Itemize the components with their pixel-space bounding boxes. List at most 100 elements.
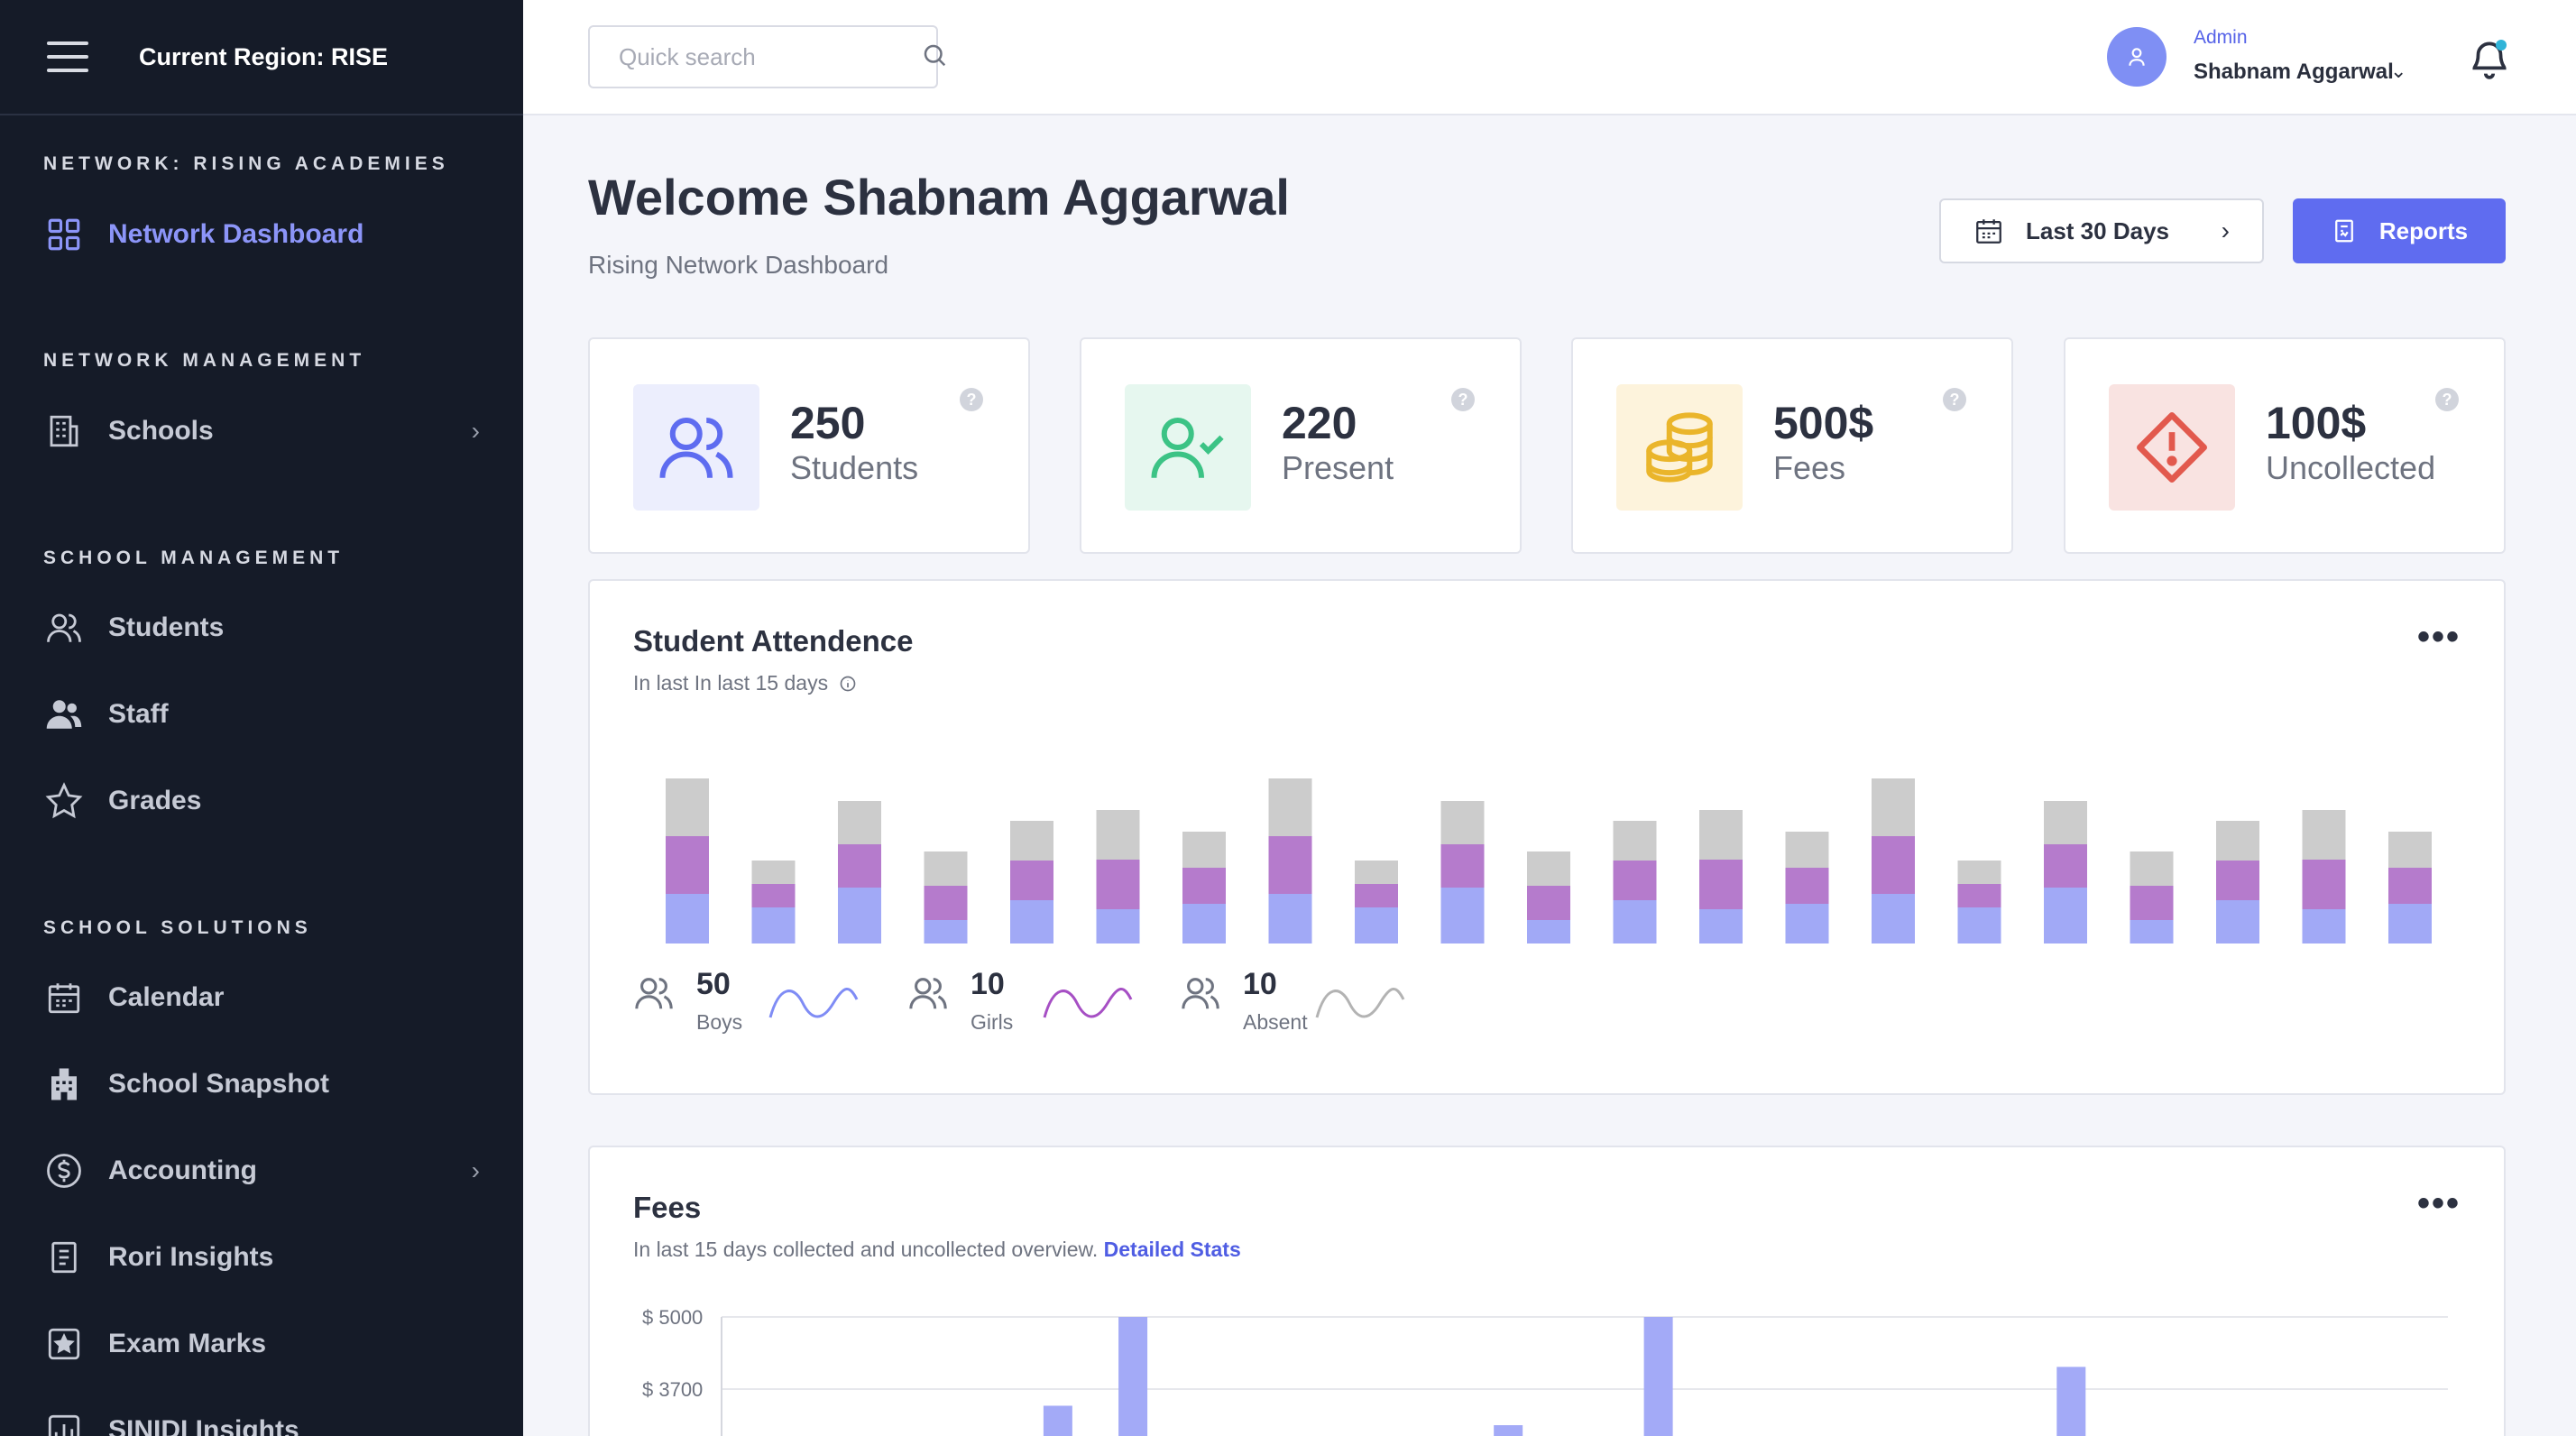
bar-absent xyxy=(2130,851,2174,886)
bar-boys xyxy=(838,888,881,944)
bar-absent xyxy=(1355,861,1398,884)
more-options-icon[interactable]: ••• xyxy=(2417,617,2461,658)
bar-absent xyxy=(1872,778,1915,836)
page-subtitle: Rising Network Dashboard xyxy=(588,251,889,279)
sidebar-item-school-snapshot[interactable]: School Snapshot xyxy=(43,1057,480,1111)
bar-absent xyxy=(666,778,709,836)
search-input[interactable] xyxy=(619,42,921,71)
avatar[interactable] xyxy=(2107,27,2167,87)
sidebar-header: Current Region: RISE xyxy=(0,0,523,115)
bar-boys xyxy=(2388,904,2432,944)
legend-label: Boys xyxy=(696,1010,743,1034)
fees-panel: Fees In last 15 days collected and uncol… xyxy=(588,1146,2506,1436)
star-badge-icon xyxy=(43,1323,85,1365)
stat-card-present[interactable]: 220 Present ? xyxy=(1080,337,1522,554)
sidebar-item-label: Calendar xyxy=(108,982,225,1012)
search-box[interactable] xyxy=(588,25,946,88)
stat-label: Present xyxy=(1282,449,1394,486)
sidebar-item-exam-marks[interactable]: Exam Marks xyxy=(43,1317,480,1371)
bar-absent xyxy=(1182,832,1226,868)
user-role: Admin xyxy=(2194,27,2248,48)
reports-button[interactable]: Reports xyxy=(2293,198,2506,263)
stat-card-students[interactable]: 250 Students ? xyxy=(588,337,1030,554)
stat-icon-box xyxy=(1616,384,1743,511)
sidebar-item-label: School Snapshot xyxy=(108,1069,330,1099)
sidebar-item-students[interactable]: Students xyxy=(43,601,480,655)
chart-icon xyxy=(43,1410,85,1436)
stat-card-fees[interactable]: 500$ Fees ? xyxy=(1571,337,2013,554)
bar-boys xyxy=(1182,904,1226,944)
bar-girls xyxy=(1010,861,1053,900)
building-icon xyxy=(43,410,85,452)
stat-value: 500$ xyxy=(1773,398,1874,448)
help-icon[interactable]: ? xyxy=(1943,388,1966,411)
help-icon[interactable]: ? xyxy=(960,388,983,411)
bar-boys xyxy=(1527,920,1570,944)
bar-girls xyxy=(1440,844,1485,888)
notification-dot xyxy=(2496,40,2507,51)
sidebar-item-staff[interactable]: Staff xyxy=(43,687,480,741)
user-name[interactable]: Shabnam Aggarwal xyxy=(2194,60,2394,85)
users-icon xyxy=(909,978,947,1009)
legend-label: Absent xyxy=(1243,1010,1308,1034)
bar-absent xyxy=(924,851,968,886)
bar-boys xyxy=(1785,904,1829,944)
search-icon[interactable] xyxy=(921,41,948,73)
star-icon xyxy=(43,780,85,822)
bar-girls xyxy=(2130,886,2174,920)
chevron-down-icon[interactable]: ⌄ xyxy=(2390,60,2406,83)
sidebar-item-accounting[interactable]: Accounting › xyxy=(43,1144,480,1198)
sidebar-item-schools[interactable]: Schools › xyxy=(43,404,480,458)
bar-absent xyxy=(1613,821,1657,861)
help-icon[interactable]: ? xyxy=(1451,388,1475,411)
sidebar-item-calendar[interactable]: Calendar xyxy=(43,971,480,1025)
stat-icon-box xyxy=(1125,384,1251,511)
students-icon xyxy=(659,418,733,478)
detailed-stats-link[interactable]: Detailed Stats xyxy=(1104,1238,1241,1261)
sidebar-item-label: SINIDI Insights xyxy=(108,1415,299,1436)
sidebar-item-network-dashboard[interactable]: Network Dashboard xyxy=(43,207,480,262)
fees-bar xyxy=(1643,1317,1673,1436)
sidebar-item-label: Students xyxy=(108,612,225,642)
help-icon[interactable]: ? xyxy=(2435,388,2459,411)
panel-subtitle-text: In last In last 15 days xyxy=(633,671,829,695)
date-range-button[interactable]: Last 30 Days › xyxy=(1939,198,2264,263)
panel-title: Fees xyxy=(633,1191,702,1224)
info-icon[interactable] xyxy=(839,675,857,693)
y-tick-label: $ 5000 xyxy=(642,1306,703,1329)
bar-absent xyxy=(1268,778,1312,836)
bar-girls xyxy=(666,836,709,894)
stat-label: Fees xyxy=(1773,449,1846,486)
attendance-chart xyxy=(666,778,2432,944)
stat-icon-box xyxy=(2109,384,2235,511)
panel-subtitle: In last In last 15 days xyxy=(633,671,857,695)
stat-card-uncollected[interactable]: 100$ Uncollected ? xyxy=(2064,337,2506,554)
bar-girls xyxy=(1613,861,1657,900)
dollar-icon xyxy=(43,1150,85,1192)
calendar-icon xyxy=(43,977,85,1018)
bar-absent xyxy=(2388,832,2432,868)
stat-icon-box xyxy=(633,384,759,511)
bar-boys xyxy=(1096,909,1140,944)
legend-value: 50 xyxy=(696,967,731,1001)
sidebar-item-grades[interactable]: Grades xyxy=(43,774,480,828)
bar-boys xyxy=(2216,900,2259,944)
sidebar-item-rori-insights[interactable]: Rori Insights xyxy=(43,1230,480,1284)
chevron-right-icon: › xyxy=(471,417,480,445)
bar-absent xyxy=(838,801,881,844)
bar-boys xyxy=(1355,907,1398,944)
bar-boys xyxy=(1699,909,1743,944)
bar-boys xyxy=(1010,900,1053,944)
users-icon xyxy=(635,978,673,1009)
user-check-icon xyxy=(1151,418,1224,478)
stat-label: Students xyxy=(790,449,919,486)
section-school-solutions: SCHOOL SOLUTIONS xyxy=(43,917,312,938)
bar-girls xyxy=(1872,836,1915,894)
bar-girls xyxy=(1096,860,1140,909)
building-filled-icon xyxy=(43,1063,85,1105)
panel-subtitle-text: In last 15 days collected and uncollecte… xyxy=(633,1238,1099,1261)
more-options-icon[interactable]: ••• xyxy=(2417,1183,2461,1224)
date-range-label: Last 30 Days xyxy=(2026,216,2169,244)
sidebar-item-sinidi-insights[interactable]: SINIDI Insights xyxy=(43,1404,480,1436)
menu-icon[interactable] xyxy=(47,41,88,72)
